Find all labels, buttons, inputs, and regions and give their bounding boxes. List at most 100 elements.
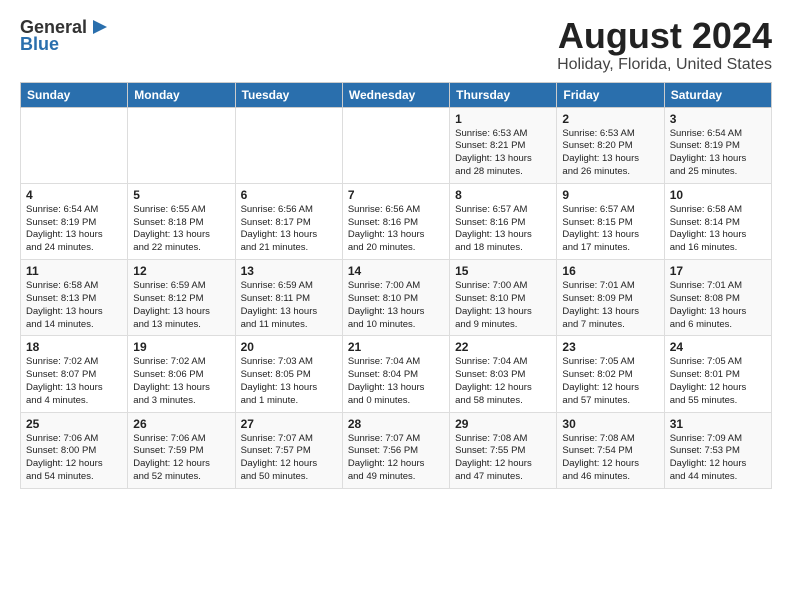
day-number: 18 bbox=[26, 340, 122, 354]
calendar-cell: 19 Sunrise: 7:02 AM Sunset: 8:06 PM Dayli… bbox=[128, 336, 235, 412]
calendar-cell: 22Sunrise: 7:04 AM Sunset: 8:03 PM Dayli… bbox=[450, 336, 557, 412]
day-info: Sunrise: 6:56 AM Sunset: 8:16 PM Dayligh… bbox=[348, 204, 444, 255]
day-info: Sunrise: 7:00 AM Sunset: 8:10 PM Dayligh… bbox=[455, 280, 551, 331]
day-info: Sunrise: 7:00 AM Sunset: 8:10 PM Dayligh… bbox=[348, 280, 444, 331]
day-info: Sunrise: 7:04 AM Sunset: 8:04 PM Dayligh… bbox=[348, 356, 444, 407]
col-friday: Friday bbox=[557, 82, 664, 107]
calendar-cell: 7 Sunrise: 6:56 AM Sunset: 8:16 PM Daylig… bbox=[342, 183, 449, 259]
calendar-cell: 2 Sunrise: 6:53 AM Sunset: 8:20 PM Daylig… bbox=[557, 107, 664, 183]
day-info: Sunrise: 7:08 AM Sunset: 7:54 PM Dayligh… bbox=[562, 433, 658, 484]
day-number: 8 bbox=[455, 188, 551, 202]
day-number: 12 bbox=[133, 264, 229, 278]
logo: General Blue bbox=[20, 16, 111, 55]
calendar-header: Sunday Monday Tuesday Wednesday Thursday… bbox=[21, 82, 772, 107]
day-number: 19 bbox=[133, 340, 229, 354]
calendar-cell bbox=[342, 107, 449, 183]
calendar-cell: 12 Sunrise: 6:59 AM Sunset: 8:12 PM Dayli… bbox=[128, 260, 235, 336]
day-number: 22 bbox=[455, 340, 551, 354]
col-monday: Monday bbox=[128, 82, 235, 107]
day-info: Sunrise: 6:58 AM Sunset: 8:13 PM Dayligh… bbox=[26, 280, 122, 331]
day-info: Sunrise: 7:07 AM Sunset: 7:56 PM Dayligh… bbox=[348, 433, 444, 484]
day-number: 9 bbox=[562, 188, 658, 202]
calendar-cell: 24 Sunrise: 7:05 AM Sunset: 8:01 PM Dayli… bbox=[664, 336, 771, 412]
day-number: 23 bbox=[562, 340, 658, 354]
calendar-cell bbox=[21, 107, 128, 183]
calendar-cell: 8 Sunrise: 6:57 AM Sunset: 8:16 PM Daylig… bbox=[450, 183, 557, 259]
calendar-cell: 31 Sunrise: 7:09 AM Sunset: 7:53 PM Dayli… bbox=[664, 412, 771, 488]
calendar-cell: 1Sunrise: 6:53 AM Sunset: 8:21 PM Daylig… bbox=[450, 107, 557, 183]
calendar-cell: 15 Sunrise: 7:00 AM Sunset: 8:10 PM Dayli… bbox=[450, 260, 557, 336]
header: General Blue August 2024 Holiday, Florid… bbox=[20, 16, 772, 74]
day-info: Sunrise: 7:06 AM Sunset: 8:00 PM Dayligh… bbox=[26, 433, 122, 484]
day-info: Sunrise: 7:09 AM Sunset: 7:53 PM Dayligh… bbox=[670, 433, 766, 484]
day-number: 29 bbox=[455, 417, 551, 431]
calendar-cell: 23 Sunrise: 7:05 AM Sunset: 8:02 PM Dayli… bbox=[557, 336, 664, 412]
day-number: 30 bbox=[562, 417, 658, 431]
day-number: 14 bbox=[348, 264, 444, 278]
calendar-cell: 14 Sunrise: 7:00 AM Sunset: 8:10 PM Dayli… bbox=[342, 260, 449, 336]
day-number: 2 bbox=[562, 112, 658, 126]
calendar-week-5: 25 Sunrise: 7:06 AM Sunset: 8:00 PM Dayli… bbox=[21, 412, 772, 488]
day-number: 7 bbox=[348, 188, 444, 202]
day-info: Sunrise: 7:05 AM Sunset: 8:02 PM Dayligh… bbox=[562, 356, 658, 407]
day-info: Sunrise: 6:58 AM Sunset: 8:14 PM Dayligh… bbox=[670, 204, 766, 255]
day-info: Sunrise: 7:05 AM Sunset: 8:01 PM Dayligh… bbox=[670, 356, 766, 407]
calendar-cell: 17Sunrise: 7:01 AM Sunset: 8:08 PM Dayli… bbox=[664, 260, 771, 336]
calendar-cell: 5Sunrise: 6:55 AM Sunset: 8:18 PM Daylig… bbox=[128, 183, 235, 259]
calendar-cell: 6Sunrise: 6:56 AM Sunset: 8:17 PM Daylig… bbox=[235, 183, 342, 259]
logo-icon bbox=[89, 16, 111, 38]
calendar-week-4: 18 Sunrise: 7:02 AM Sunset: 8:07 PM Dayli… bbox=[21, 336, 772, 412]
day-info: Sunrise: 6:53 AM Sunset: 8:21 PM Dayligh… bbox=[455, 128, 551, 179]
calendar-table: Sunday Monday Tuesday Wednesday Thursday… bbox=[20, 82, 772, 489]
main-title: August 2024 bbox=[557, 16, 772, 56]
day-number: 20 bbox=[241, 340, 337, 354]
day-info: Sunrise: 6:53 AM Sunset: 8:20 PM Dayligh… bbox=[562, 128, 658, 179]
calendar-week-2: 4 Sunrise: 6:54 AM Sunset: 8:19 PM Daylig… bbox=[21, 183, 772, 259]
calendar-cell: 25 Sunrise: 7:06 AM Sunset: 8:00 PM Dayli… bbox=[21, 412, 128, 488]
calendar-body: 1Sunrise: 6:53 AM Sunset: 8:21 PM Daylig… bbox=[21, 107, 772, 488]
page: General Blue August 2024 Holiday, Florid… bbox=[0, 0, 792, 499]
col-sunday: Sunday bbox=[21, 82, 128, 107]
header-row: Sunday Monday Tuesday Wednesday Thursday… bbox=[21, 82, 772, 107]
calendar-cell: 21 Sunrise: 7:04 AM Sunset: 8:04 PM Dayli… bbox=[342, 336, 449, 412]
day-info: Sunrise: 7:02 AM Sunset: 8:07 PM Dayligh… bbox=[26, 356, 122, 407]
day-number: 13 bbox=[241, 264, 337, 278]
day-number: 10 bbox=[670, 188, 766, 202]
day-number: 16 bbox=[562, 264, 658, 278]
day-info: Sunrise: 7:03 AM Sunset: 8:05 PM Dayligh… bbox=[241, 356, 337, 407]
day-number: 17 bbox=[670, 264, 766, 278]
day-number: 31 bbox=[670, 417, 766, 431]
col-wednesday: Wednesday bbox=[342, 82, 449, 107]
day-info: Sunrise: 6:54 AM Sunset: 8:19 PM Dayligh… bbox=[670, 128, 766, 179]
day-info: Sunrise: 7:08 AM Sunset: 7:55 PM Dayligh… bbox=[455, 433, 551, 484]
calendar-cell: 13 Sunrise: 6:59 AM Sunset: 8:11 PM Dayli… bbox=[235, 260, 342, 336]
day-number: 24 bbox=[670, 340, 766, 354]
day-info: Sunrise: 7:02 AM Sunset: 8:06 PM Dayligh… bbox=[133, 356, 229, 407]
calendar-cell: 9 Sunrise: 6:57 AM Sunset: 8:15 PM Daylig… bbox=[557, 183, 664, 259]
day-number: 27 bbox=[241, 417, 337, 431]
col-saturday: Saturday bbox=[664, 82, 771, 107]
calendar-cell: 27Sunrise: 7:07 AM Sunset: 7:57 PM Dayli… bbox=[235, 412, 342, 488]
day-number: 15 bbox=[455, 264, 551, 278]
day-info: Sunrise: 6:59 AM Sunset: 8:11 PM Dayligh… bbox=[241, 280, 337, 331]
calendar-cell: 30 Sunrise: 7:08 AM Sunset: 7:54 PM Dayli… bbox=[557, 412, 664, 488]
day-number: 28 bbox=[348, 417, 444, 431]
col-tuesday: Tuesday bbox=[235, 82, 342, 107]
day-info: Sunrise: 6:54 AM Sunset: 8:19 PM Dayligh… bbox=[26, 204, 122, 255]
day-number: 25 bbox=[26, 417, 122, 431]
calendar-cell: 28 Sunrise: 7:07 AM Sunset: 7:56 PM Dayli… bbox=[342, 412, 449, 488]
day-number: 5 bbox=[133, 188, 229, 202]
title-block: August 2024 Holiday, Florida, United Sta… bbox=[557, 16, 772, 74]
day-number: 26 bbox=[133, 417, 229, 431]
day-info: Sunrise: 7:01 AM Sunset: 8:09 PM Dayligh… bbox=[562, 280, 658, 331]
day-number: 4 bbox=[26, 188, 122, 202]
calendar-cell: 20 Sunrise: 7:03 AM Sunset: 8:05 PM Dayli… bbox=[235, 336, 342, 412]
day-number: 21 bbox=[348, 340, 444, 354]
subtitle: Holiday, Florida, United States bbox=[557, 56, 772, 74]
day-info: Sunrise: 6:59 AM Sunset: 8:12 PM Dayligh… bbox=[133, 280, 229, 331]
day-info: Sunrise: 6:57 AM Sunset: 8:16 PM Dayligh… bbox=[455, 204, 551, 255]
calendar-cell: 10 Sunrise: 6:58 AM Sunset: 8:14 PM Dayli… bbox=[664, 183, 771, 259]
calendar-week-3: 11Sunrise: 6:58 AM Sunset: 8:13 PM Dayli… bbox=[21, 260, 772, 336]
logo-blue-text: Blue bbox=[20, 34, 59, 55]
day-info: Sunrise: 6:57 AM Sunset: 8:15 PM Dayligh… bbox=[562, 204, 658, 255]
